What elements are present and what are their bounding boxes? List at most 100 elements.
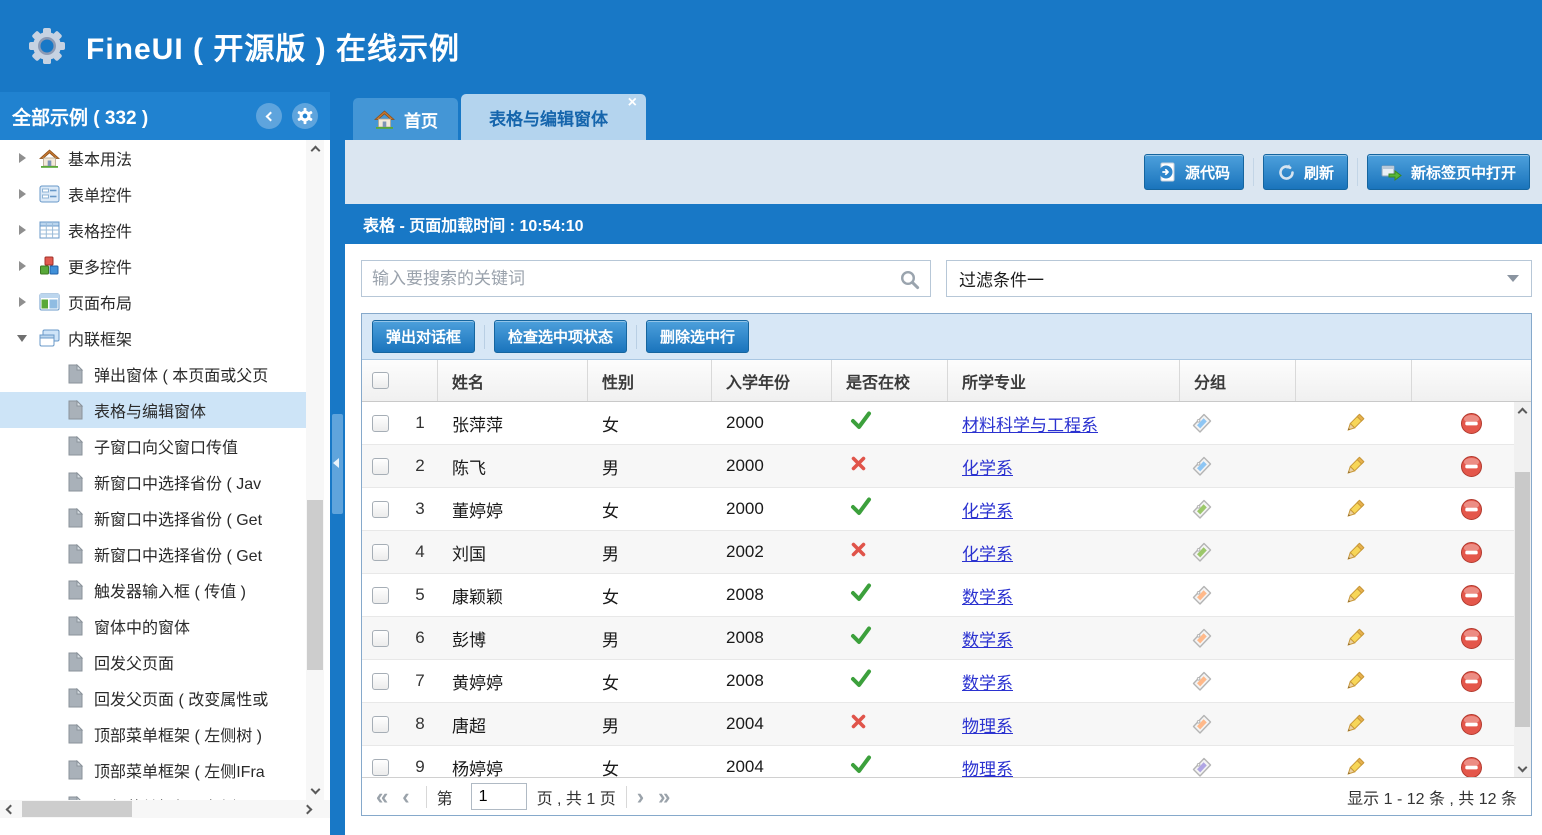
edit-pencil-icon[interactable] — [1343, 756, 1366, 778]
sidebar-horizontal-scrollbar[interactable] — [0, 800, 330, 818]
row-checkbox[interactable] — [372, 415, 389, 432]
next-page-button[interactable]: › — [637, 786, 644, 808]
tag-icon[interactable] — [1190, 584, 1213, 607]
prev-page-button[interactable]: ‹ — [402, 786, 409, 808]
splitter-bar[interactable] — [330, 92, 345, 835]
delete-icon[interactable] — [1460, 756, 1483, 778]
edit-pencil-icon[interactable] — [1343, 584, 1366, 607]
column-header-gender[interactable]: 性别 — [588, 360, 712, 401]
sidebar-tree-item[interactable]: 触发器输入框 ( 传值 ) — [0, 572, 306, 608]
row-checkbox[interactable] — [372, 716, 389, 733]
tab-home[interactable]: 首页 — [353, 98, 458, 140]
sidebar-tree-item[interactable]: 更多控件 — [0, 248, 306, 284]
splitter-collapse-handle[interactable] — [332, 414, 343, 514]
collapse-sidebar-button[interactable] — [256, 103, 282, 129]
sidebar-tree-item[interactable]: 顶部菜单框架 ( 左侧IFra — [0, 752, 306, 788]
expander-icon[interactable] — [16, 187, 30, 201]
sidebar-tree-item[interactable]: 表格与编辑窗体 — [0, 392, 306, 428]
settings-gear-icon[interactable] — [292, 103, 318, 129]
major-link[interactable]: 数学系 — [962, 583, 1013, 608]
scrollbar-thumb[interactable] — [1515, 472, 1530, 727]
row-checkbox[interactable] — [372, 587, 389, 604]
major-link[interactable]: 物理系 — [962, 712, 1013, 737]
search-icon[interactable] — [899, 269, 920, 295]
sidebar-tree-item[interactable]: 内联框架 — [0, 320, 306, 356]
sidebar-tree-item[interactable]: 新窗口中选择省份 ( Get — [0, 500, 306, 536]
edit-pencil-icon[interactable] — [1343, 627, 1366, 650]
major-link[interactable]: 数学系 — [962, 626, 1013, 651]
major-link[interactable]: 化学系 — [962, 454, 1013, 479]
delete-icon[interactable] — [1460, 627, 1483, 650]
sidebar-tree-item[interactable]: 顶部菜单框架 ( 左侧树 ) — [0, 716, 306, 752]
delete-icon[interactable] — [1460, 455, 1483, 478]
edit-pencil-icon[interactable] — [1343, 541, 1366, 564]
edit-pencil-icon[interactable] — [1343, 412, 1366, 435]
tag-icon[interactable] — [1190, 627, 1213, 650]
first-page-button[interactable]: « — [376, 786, 388, 808]
sidebar-tree-item[interactable]: 子窗口向父窗口传值 — [0, 428, 306, 464]
major-link[interactable]: 数学系 — [962, 669, 1013, 694]
open-dialog-button[interactable]: 弹出对话框 — [372, 320, 475, 353]
select-all-checkbox[interactable] — [372, 372, 389, 389]
column-header-year[interactable]: 入学年份 — [712, 360, 832, 401]
sidebar-vertical-scrollbar[interactable] — [306, 140, 324, 800]
sidebar-tree-item[interactable]: 表单控件 — [0, 176, 306, 212]
page-number-input[interactable] — [471, 783, 527, 810]
refresh-button[interactable]: 刷新 — [1263, 154, 1348, 190]
scrollbar-thumb[interactable] — [307, 500, 323, 670]
delete-icon[interactable] — [1460, 670, 1483, 693]
sidebar-tree-item[interactable]: 新窗口中选择省份 ( Jav — [0, 464, 306, 500]
search-input[interactable] — [372, 269, 892, 289]
major-link[interactable]: 化学系 — [962, 497, 1013, 522]
expander-icon[interactable] — [16, 295, 30, 309]
scroll-down-icon[interactable] — [306, 782, 324, 800]
scroll-right-icon[interactable] — [300, 800, 318, 818]
sidebar-tree-item[interactable]: 弹出窗体 ( 本页面或父页 — [0, 356, 306, 392]
delete-icon[interactable] — [1460, 541, 1483, 564]
check-selection-button[interactable]: 检查选中项状态 — [494, 320, 627, 353]
tag-icon[interactable] — [1190, 455, 1213, 478]
column-header-major[interactable]: 所学专业 — [948, 360, 1180, 401]
edit-pencil-icon[interactable] — [1343, 670, 1366, 693]
delete-selected-button[interactable]: 删除选中行 — [646, 320, 749, 353]
tag-icon[interactable] — [1190, 498, 1213, 521]
scroll-up-icon[interactable] — [306, 140, 324, 158]
tag-icon[interactable] — [1190, 713, 1213, 736]
delete-icon[interactable] — [1460, 412, 1483, 435]
major-link[interactable]: 化学系 — [962, 540, 1013, 565]
filter-dropdown[interactable]: 过滤条件一 — [946, 260, 1532, 297]
sidebar-tree-item[interactable]: 页面布局 — [0, 284, 306, 320]
row-checkbox[interactable] — [372, 501, 389, 518]
row-checkbox[interactable] — [372, 673, 389, 690]
tag-icon[interactable] — [1190, 756, 1213, 778]
close-icon[interactable]: × — [628, 94, 637, 112]
scroll-up-icon[interactable] — [1514, 402, 1531, 419]
sidebar-tree-item[interactable]: 回发父页面 — [0, 644, 306, 680]
expander-icon[interactable] — [16, 331, 30, 345]
delete-icon[interactable] — [1460, 498, 1483, 521]
edit-pencil-icon[interactable] — [1343, 713, 1366, 736]
sidebar-tree-item[interactable]: 表格控件 — [0, 212, 306, 248]
delete-icon[interactable] — [1460, 713, 1483, 736]
sidebar-tree-item[interactable]: 回发父页面 ( 改变属性或 — [0, 680, 306, 716]
column-header-group[interactable]: 分组 — [1180, 360, 1296, 401]
scroll-left-icon[interactable] — [0, 800, 18, 818]
column-header-at-school[interactable]: 是否在校 — [832, 360, 948, 401]
tab-grid-window[interactable]: 表格与编辑窗体 × — [461, 94, 646, 140]
row-checkbox[interactable] — [372, 544, 389, 561]
source-code-button[interactable]: 源代码 — [1144, 154, 1244, 190]
major-link[interactable]: 材料科学与工程系 — [962, 411, 1098, 436]
row-checkbox[interactable] — [372, 630, 389, 647]
expander-icon[interactable] — [16, 151, 30, 165]
scroll-down-icon[interactable] — [1514, 760, 1531, 777]
edit-pencil-icon[interactable] — [1343, 498, 1366, 521]
row-checkbox[interactable] — [372, 759, 389, 776]
major-link[interactable]: 物理系 — [962, 755, 1013, 778]
last-page-button[interactable]: » — [658, 786, 670, 808]
expander-icon[interactable] — [16, 259, 30, 273]
column-header-name[interactable]: 姓名 — [438, 360, 588, 401]
sidebar-tree-item[interactable]: 基本用法 — [0, 140, 306, 176]
tag-icon[interactable] — [1190, 412, 1213, 435]
delete-icon[interactable] — [1460, 584, 1483, 607]
tag-icon[interactable] — [1190, 541, 1213, 564]
